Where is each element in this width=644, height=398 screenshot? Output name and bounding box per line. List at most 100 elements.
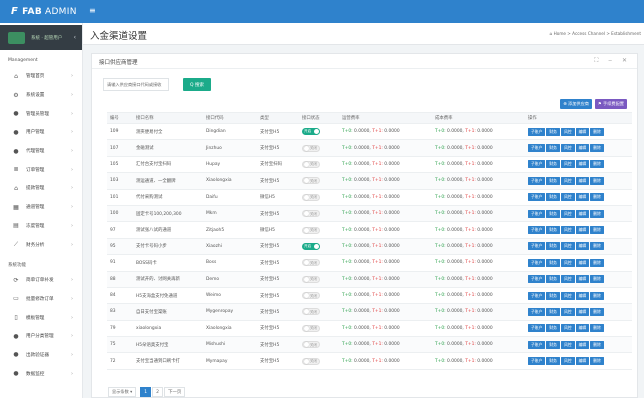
hamburger-icon[interactable]: ≡ [89,6,96,15]
status-toggle[interactable]: 关闭 [302,210,320,218]
finance-button[interactable]: 财务 [546,176,560,185]
sidebar-item[interactable]: ⚙ 系统设置 › [0,86,82,105]
edit-button[interactable]: 编辑 [575,357,590,366]
sub-account-button[interactable]: 子账户 [528,193,546,202]
edit-button[interactable]: 编辑 [575,340,590,349]
sidebar-item[interactable]: ≣ 订单管理 › [0,160,82,179]
finance-button[interactable]: 财务 [546,275,560,284]
finance-button[interactable]: 财务 [546,209,560,218]
finance-button[interactable]: 财务 [546,242,560,251]
sub-account-button[interactable]: 子账户 [528,242,546,251]
delete-button[interactable]: 删除 [590,127,604,136]
sidebar-item[interactable]: ● 代理管理 › [0,142,82,161]
risk-control-button[interactable]: 风控 [560,307,575,316]
page-size-select[interactable]: 显示条数 ▾ [108,387,137,397]
risk-control-button[interactable]: 风控 [560,226,575,235]
sidebar-item[interactable]: ● 数据监控 › [0,364,82,383]
status-toggle[interactable]: 关闭 [302,292,320,300]
edit-button[interactable]: 编辑 [575,160,590,169]
status-toggle[interactable]: 关闭 [302,144,320,152]
delete-button[interactable]: 删除 [590,193,604,202]
risk-control-button[interactable]: 风控 [560,144,575,153]
finance-button[interactable]: 财务 [546,160,560,169]
status-toggle[interactable]: 关闭 [302,193,320,201]
user-panel[interactable]: 系统 · 超管用户 ‹ [0,25,82,50]
delete-button[interactable]: 删除 [590,258,604,267]
sidebar-item[interactable]: ▦ 通道管理 › [0,198,82,217]
risk-control-button[interactable]: 风控 [560,193,575,202]
risk-control-button[interactable]: 风控 [560,291,575,300]
sidebar-item[interactable]: ⌂ 提款管理 › [0,179,82,198]
delete-button[interactable]: 删除 [590,275,604,284]
sub-account-button[interactable]: 子账户 [528,324,546,333]
edit-button[interactable]: 编辑 [575,144,590,153]
finance-button[interactable]: 财务 [546,340,560,349]
status-toggle[interactable]: 关闭 [302,341,320,349]
brand[interactable]: F FAB ADMIN [0,0,83,23]
sub-account-button[interactable]: 子账户 [528,209,546,218]
risk-control-button[interactable]: 风控 [560,357,575,366]
edit-button[interactable]: 编辑 [575,258,590,267]
delete-button[interactable]: 删除 [590,176,604,185]
delete-button[interactable]: 删除 [590,226,604,235]
sidebar-item[interactable]: ▯ 模板管理 › [0,308,82,327]
sub-account-button[interactable]: 子账户 [528,307,546,316]
risk-control-button[interactable]: 风控 [560,324,575,333]
status-toggle[interactable]: 关闭 [302,259,320,267]
status-toggle[interactable]: 关闭 [302,324,320,332]
sidebar-item[interactable]: ● 出款验证器 › [0,346,82,365]
status-toggle[interactable]: 开启 [302,128,320,136]
risk-control-button[interactable]: 风控 [560,209,575,218]
delete-button[interactable]: 删除 [590,291,604,300]
risk-control-button[interactable]: 风控 [560,258,575,267]
sub-account-button[interactable]: 子账户 [528,144,546,153]
panel-tools-icons[interactable]: ⛶ ‒ ✕ [594,57,631,65]
edit-button[interactable]: 编辑 [575,307,590,316]
finance-button[interactable]: 财务 [546,193,560,202]
sidebar-item[interactable]: ● 用户管理 › [0,123,82,142]
delete-button[interactable]: 删除 [590,242,604,251]
sidebar-item[interactable]: ⟳ 简单订单补发 › [0,271,82,290]
sub-account-button[interactable]: 子账户 [528,357,546,366]
status-toggle[interactable]: 关闭 [302,226,320,234]
risk-control-button[interactable]: 风控 [560,242,575,251]
add-supplier-button[interactable]: ⊕ 添加供应商 [560,99,592,109]
risk-control-button[interactable]: 风控 [560,127,575,136]
search-input[interactable]: 请输入供应商接口代码或接收 [103,78,169,91]
finance-button[interactable]: 财务 [546,357,560,366]
sidebar-item[interactable]: ⌂ 管理首页 › [0,67,82,86]
finance-button[interactable]: 财务 [546,258,560,267]
sidebar-item[interactable]: ● 用户分类管理 › [0,327,82,346]
status-toggle[interactable]: 关闭 [302,275,320,283]
risk-control-button[interactable]: 风控 [560,340,575,349]
delete-button[interactable]: 删除 [590,209,604,218]
edit-button[interactable]: 编辑 [575,127,590,136]
delete-button[interactable]: 删除 [590,307,604,316]
delete-button[interactable]: 删除 [590,324,604,333]
finance-button[interactable]: 财务 [546,144,560,153]
status-toggle[interactable]: 关闭 [302,160,320,168]
risk-control-button[interactable]: 风控 [560,275,575,284]
sub-account-button[interactable]: 子账户 [528,258,546,267]
edit-button[interactable]: 编辑 [575,291,590,300]
risk-control-button[interactable]: 风控 [560,176,575,185]
sub-account-button[interactable]: 子账户 [528,176,546,185]
page-1-button[interactable]: 1 [140,387,152,397]
edit-button[interactable]: 编辑 [575,324,590,333]
finance-button[interactable]: 财务 [546,291,560,300]
sub-account-button[interactable]: 子账户 [528,160,546,169]
edit-button[interactable]: 编辑 [575,209,590,218]
finance-button[interactable]: 财务 [546,127,560,136]
breadcrumb[interactable]: ⌂ Home > Access Channel > Establishment [550,31,641,36]
next-page-button[interactable]: 下一页 [163,387,186,397]
sub-account-button[interactable]: 子账户 [528,340,546,349]
sub-account-button[interactable]: 子账户 [528,275,546,284]
sub-account-button[interactable]: 子账户 [528,226,546,235]
delete-button[interactable]: 删除 [590,144,604,153]
edit-button[interactable]: 编辑 [575,275,590,284]
sub-account-button[interactable]: 子账户 [528,291,546,300]
sidebar-item[interactable]: ● 管理员管理 › [0,104,82,123]
edit-button[interactable]: 编辑 [575,242,590,251]
edit-button[interactable]: 编辑 [575,226,590,235]
delete-button[interactable]: 删除 [590,340,604,349]
